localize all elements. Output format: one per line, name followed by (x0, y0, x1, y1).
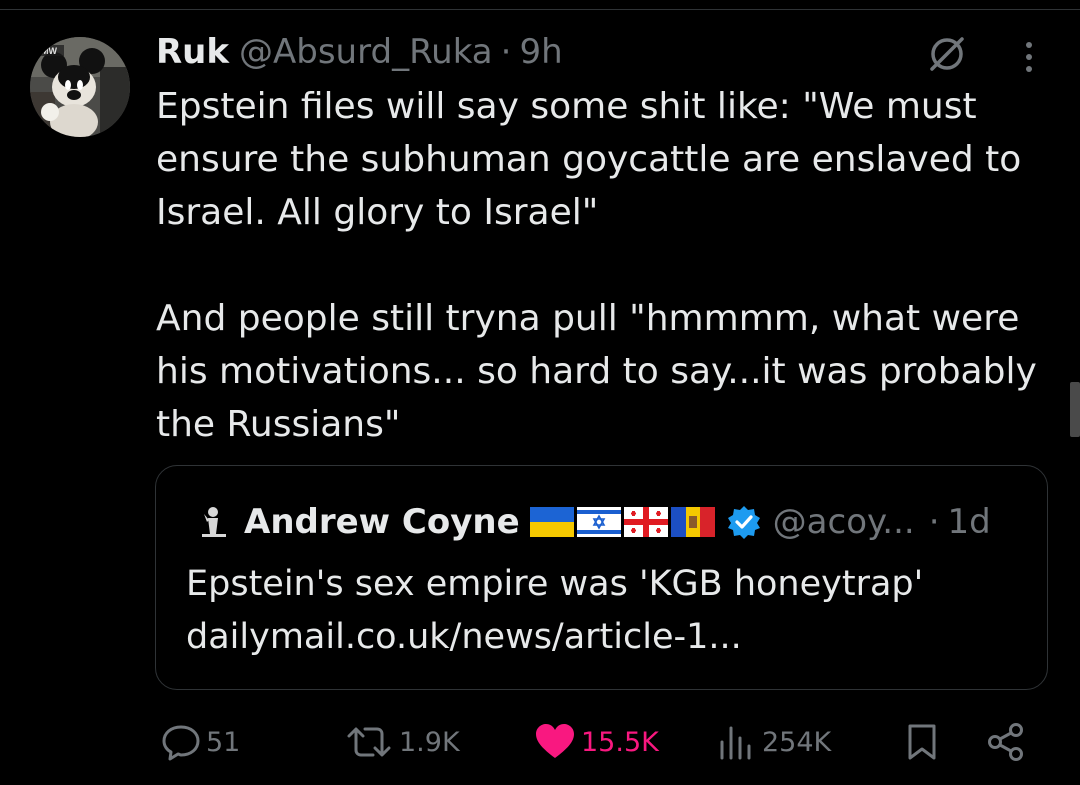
flag-emojis (529, 507, 715, 537)
author-display-name[interactable]: Ruk (156, 32, 229, 72)
avatar-image: MW (30, 37, 130, 137)
grok-icon[interactable] (925, 32, 969, 76)
quoted-tweet-text: Epstein's sex empire was 'KGB honeytrap'… (186, 558, 1026, 664)
heart-filled-icon (536, 724, 574, 758)
moldova-flag-icon (670, 507, 715, 537)
views-button[interactable]: 254K (716, 722, 831, 762)
more-vertical-icon[interactable] (1014, 38, 1044, 78)
scrollbar-thumb[interactable] (1070, 382, 1080, 437)
views-count: 254K (762, 726, 832, 758)
israel-flag-icon (576, 507, 621, 537)
like-button[interactable]: 15.5K (533, 722, 659, 762)
quoted-tweet-header: Andrew Coyne @acoy... · 1d (196, 500, 991, 544)
reply-icon (162, 725, 200, 761)
bookmark-button[interactable] (905, 722, 943, 762)
quoted-author-name[interactable]: Andrew Coyne (244, 502, 520, 542)
author-handle[interactable]: @Absurd_Ruka (239, 32, 493, 72)
tweet-header: Ruk @Absurd_Ruka · 9h (156, 30, 563, 74)
georgia-flag-icon (623, 507, 668, 537)
quoted-link-text[interactable]: dailymail.co.uk/news/article-1... (186, 611, 1026, 664)
reply-button[interactable]: 51 (160, 722, 240, 762)
quoted-author-avatar[interactable] (196, 504, 232, 540)
retweet-button[interactable]: 1.9K (343, 722, 460, 762)
tweet-text-line: Israel. All glory to Israel" (156, 192, 599, 233)
quoted-tweet-timestamp[interactable]: 1d (948, 502, 991, 542)
quoted-text-line: Epstein's sex empire was 'KGB honeytrap' (186, 564, 924, 604)
tweet-text-line: his motivations... so hard to say...it w… (156, 351, 1037, 392)
tweet-text-line: ensure the subhuman goycattle are enslav… (156, 139, 1022, 180)
share-button[interactable] (985, 722, 1031, 762)
tweet-text-line: the Russians" (156, 404, 401, 445)
quoted-author-handle[interactable]: @acoy... (773, 502, 915, 542)
tweet-text-line: And people still tryna pull "hmmmm, what… (156, 298, 1020, 339)
author-avatar[interactable]: MW (30, 37, 130, 137)
retweet-icon (347, 727, 391, 757)
quoted-tweet-card[interactable]: Andrew Coyne @acoy... · 1d Epstein's sex… (155, 465, 1048, 690)
top-divider (0, 9, 1080, 10)
separator-dot: · (500, 32, 512, 72)
retweet-count: 1.9K (399, 726, 460, 758)
tweet-text-line: Epstein files will say some shit like: "… (156, 86, 977, 127)
share-icon (988, 723, 1023, 761)
bookmark-icon (908, 724, 936, 760)
tweet-text: Epstein files will say some shit like: "… (156, 80, 1056, 451)
avatar-badge-text: MW (41, 46, 57, 56)
separator-dot: · (928, 502, 940, 542)
verified-badge-icon[interactable] (727, 505, 761, 539)
tweet-timestamp[interactable]: 9h (519, 32, 562, 72)
reply-count: 51 (206, 726, 241, 758)
ukraine-flag-icon (529, 507, 574, 537)
like-count: 15.5K (581, 726, 659, 758)
views-chart-icon (720, 726, 751, 760)
